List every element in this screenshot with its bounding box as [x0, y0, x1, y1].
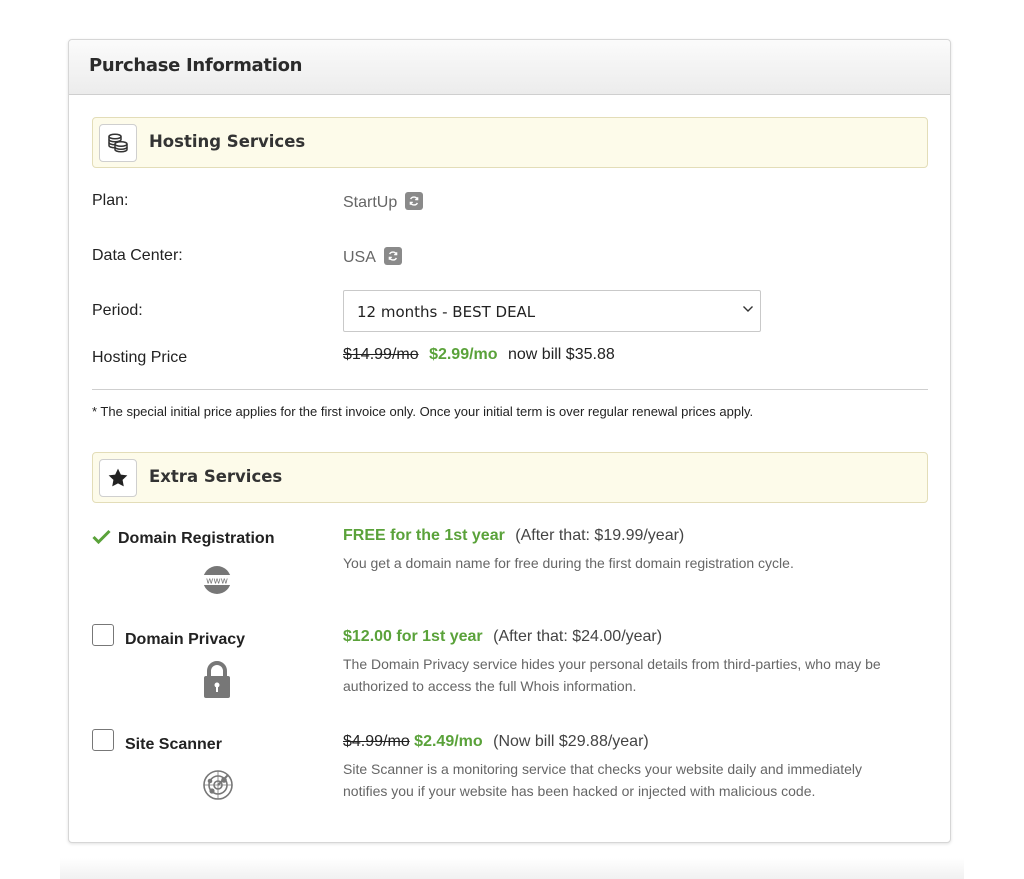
period-select[interactable]: 12 months - BEST DEAL: [343, 290, 761, 332]
plan-label: Plan:: [92, 192, 129, 209]
www-globe-icon: www: [201, 565, 233, 600]
site-scanner-old-price: $4.99/mo: [343, 733, 410, 750]
domain-privacy-price-highlight: $12.00 for 1st year: [343, 628, 483, 645]
plan-value: StartUp: [343, 194, 398, 211]
site-scanner-price-highlight: $2.49/mo: [414, 733, 483, 750]
extra-services-header: Extra Services: [92, 452, 928, 503]
lock-icon: [203, 660, 231, 705]
change-datacenter-refresh-icon[interactable]: [383, 247, 402, 265]
coins-icon: [99, 124, 137, 162]
page-bottom-shade: [60, 858, 964, 879]
extras-section-title: Extra Services: [149, 467, 283, 486]
chevron-down-icon: [743, 306, 753, 312]
domain-registration-description: You get a domain name for free during th…: [343, 555, 794, 571]
hosting-divider: [92, 389, 928, 390]
site-scanner-name: Site Scanner: [125, 736, 222, 753]
domain-privacy-price: $12.00 for 1st year (After that: $24.00/…: [343, 628, 662, 646]
hosting-services-header: Hosting Services: [92, 117, 928, 168]
domain-privacy-description: The Domain Privacy service hides your pe…: [343, 656, 881, 694]
datacenter-label: Data Center:: [92, 247, 183, 264]
purchase-information-panel: Purchase Information Hosting Services Pl…: [68, 39, 951, 843]
change-plan-refresh-icon[interactable]: [405, 192, 424, 210]
datacenter-value-group: USA: [343, 247, 402, 267]
site-scanner-checkbox[interactable]: [92, 729, 114, 751]
domain-registration-price-after: (After that: $19.99/year): [515, 527, 685, 544]
domain-registration-name: Domain Registration: [118, 530, 275, 547]
plan-value-group: StartUp: [343, 192, 424, 212]
star-icon: [99, 459, 137, 497]
hosting-price-label: Hosting Price: [92, 349, 188, 366]
period-label: Period:: [92, 302, 143, 319]
datacenter-value: USA: [343, 249, 376, 266]
checkmark-icon[interactable]: [92, 529, 111, 544]
site-scanner-description: Site Scanner is a monitoring service tha…: [343, 761, 863, 799]
hosting-old-price: $14.99/mo: [343, 346, 419, 363]
period-selected-value: 12 months - BEST DEAL: [357, 303, 536, 321]
domain-privacy-price-after: (After that: $24.00/year): [493, 628, 663, 645]
radar-icon: [202, 769, 234, 806]
hosting-section-title: Hosting Services: [149, 132, 306, 151]
hosting-bill-text: now bill $35.88: [508, 346, 615, 363]
domain-registration-price-highlight: FREE for the 1st year: [343, 527, 505, 544]
panel-title: Purchase Information: [89, 55, 303, 76]
special-price-note: * The special initial price applies for …: [92, 404, 754, 419]
hosting-price-group: $14.99/mo $2.99/mo now bill $35.88: [343, 346, 615, 364]
site-scanner-price-after: (Now bill $29.88/year): [493, 733, 649, 750]
site-scanner-price: $4.99/mo $2.49/mo (Now bill $29.88/year): [343, 733, 649, 751]
domain-privacy-checkbox[interactable]: [92, 624, 114, 646]
domain-registration-price: FREE for the 1st year (After that: $19.9…: [343, 527, 684, 545]
panel-header: Purchase Information: [69, 40, 950, 95]
domain-privacy-name: Domain Privacy: [125, 631, 246, 648]
svg-text:www: www: [206, 577, 228, 587]
hosting-new-price: $2.99/mo: [429, 346, 498, 363]
